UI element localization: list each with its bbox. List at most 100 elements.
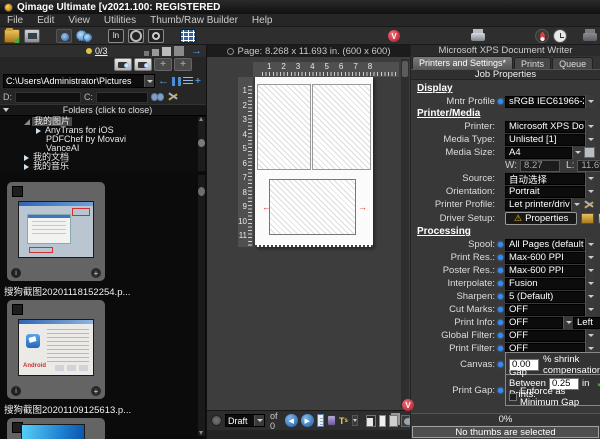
menu-item-view[interactable]: View — [61, 15, 97, 26]
tree-item-my-music[interactable]: 我的音乐 — [0, 162, 206, 171]
add-favorite-button[interactable]: + — [174, 58, 192, 71]
dropdown-button[interactable] — [571, 198, 581, 211]
collapsed-arrow-icon[interactable] — [36, 128, 41, 134]
print-icon[interactable] — [470, 29, 486, 42]
tree-item-vanceai[interactable]: VanceAI — [0, 144, 206, 153]
copy-page-icon[interactable] — [389, 415, 397, 427]
back-arrow-icon[interactable]: ← — [157, 75, 170, 87]
thumb-size-medium-icon[interactable] — [152, 49, 159, 56]
sync-gears-icon[interactable] — [76, 29, 92, 43]
dropdown-button[interactable] — [585, 133, 595, 146]
pause-scan-icon[interactable] — [172, 77, 181, 86]
prev-page-button[interactable]: ◀ — [285, 414, 298, 427]
menu-item-utilities[interactable]: Utilities — [97, 15, 143, 26]
folder-list-icon[interactable] — [183, 77, 193, 86]
thumbnail-card[interactable] — [7, 418, 105, 439]
quality-input[interactable] — [226, 415, 254, 426]
dropdown-button[interactable] — [585, 251, 595, 264]
poster-res-value[interactable]: Max-600 PPI — [505, 265, 585, 277]
preview-scrollbar[interactable] — [401, 59, 409, 408]
tree-scrollbar[interactable] — [198, 117, 205, 171]
insert-page-icon[interactable] — [366, 415, 376, 427]
thumb-add-icon[interactable]: + — [91, 386, 101, 396]
text-style-icon[interactable]: Ts — [339, 416, 348, 426]
save-icon[interactable] — [24, 29, 40, 43]
thumbnail-card[interactable]: Android i + — [7, 300, 105, 399]
path-dropdown-button[interactable] — [144, 75, 154, 87]
dropdown-button[interactable] — [572, 146, 582, 159]
selected-count[interactable]: 0/3 — [86, 46, 108, 56]
collapse-footer-button[interactable] — [211, 415, 222, 426]
thumb-size-xlarge-icon[interactable] — [174, 46, 184, 56]
thumb-info-icon[interactable]: i — [11, 386, 21, 396]
thumb-info-icon[interactable]: i — [11, 268, 21, 278]
source-value[interactable]: 自动选择 — [505, 173, 585, 185]
dropdown-button[interactable] — [563, 316, 573, 329]
printer-value[interactable]: Microsoft XPS Document Writer — [505, 121, 585, 133]
mntr-profile-value[interactable]: sRGB IEC61966-2.1 — [505, 96, 585, 108]
paper-icon[interactable] — [584, 147, 595, 158]
thumbnail-image[interactable] — [18, 201, 94, 258]
printer-profile-value[interactable]: Let printer/driver manage color — [505, 199, 571, 211]
properties-button[interactable]: Properties — [505, 212, 577, 225]
text-style-dropdown-button[interactable] — [352, 415, 358, 426]
thumbs-scrollbar[interactable] — [198, 175, 205, 436]
length-input[interactable] — [577, 160, 600, 172]
tab-prints[interactable]: Prints — [514, 57, 551, 69]
dropdown-button[interactable] — [585, 277, 595, 290]
dropdown-button[interactable] — [585, 303, 595, 316]
page-radio-icon[interactable] — [227, 48, 234, 55]
thumbnail-card[interactable]: i + — [7, 182, 105, 281]
camera-search-button[interactable] — [114, 58, 132, 71]
thumb-add-icon[interactable]: + — [91, 268, 101, 278]
lasso-icon[interactable] — [128, 29, 144, 43]
print-info-position[interactable]: Left — [573, 317, 600, 329]
enforce-min-gap-checkbox[interactable] — [509, 393, 517, 401]
add-folder-button[interactable]: + — [154, 58, 172, 71]
dropdown-button[interactable] — [585, 329, 595, 342]
dropdown-button[interactable] — [585, 238, 595, 251]
folders-header[interactable]: Folders (click to close) — [0, 104, 206, 116]
profile-tools-icon[interactable] — [583, 200, 595, 210]
width-input[interactable] — [520, 160, 560, 172]
next-page-button[interactable]: ▶ — [301, 414, 314, 427]
collapsed-arrow-icon[interactable] — [24, 164, 29, 170]
menu-item-file[interactable]: File — [0, 15, 30, 26]
print-res-value[interactable]: Max-600 PPI — [505, 252, 585, 264]
folder-path-input[interactable] — [4, 75, 144, 87]
acquire-camera-icon[interactable] — [56, 29, 72, 43]
add-tree-icon[interactable]: + — [195, 76, 201, 87]
filter-d-input[interactable] — [15, 92, 81, 103]
camera-acquire-button[interactable] — [134, 58, 152, 71]
timer-clock-icon[interactable] — [553, 29, 567, 43]
print-cell[interactable] — [257, 84, 311, 170]
expanded-arrow-icon[interactable] — [24, 119, 30, 125]
search-binoculars-icon[interactable] — [151, 93, 164, 101]
spool-value[interactable]: All Pages (default) — [505, 239, 585, 251]
thumb-size-large-icon[interactable] — [162, 47, 171, 56]
dropdown-button[interactable] — [585, 185, 595, 198]
print-pages-icon[interactable] — [327, 415, 336, 426]
page-preview[interactable]: ← → — [255, 77, 373, 247]
thumb-checkbox[interactable] — [12, 186, 23, 197]
cut-marks-value[interactable]: OFF — [505, 304, 585, 316]
tree-item-pdfchef[interactable]: PDFChef by Movavi — [0, 135, 206, 144]
filter-c-input[interactable] — [96, 92, 148, 103]
dropdown-button[interactable] — [585, 95, 595, 108]
media-size-value[interactable]: A4 — [505, 147, 572, 159]
menu-item-edit[interactable]: Edit — [30, 15, 61, 26]
dropdown-button[interactable] — [585, 120, 595, 133]
thumbs-grid-icon[interactable] — [180, 29, 196, 43]
printer-queue-icon[interactable] — [582, 29, 598, 42]
hot-folder-flame-icon[interactable] — [535, 29, 549, 43]
quality-dropdown-button[interactable] — [254, 415, 264, 426]
media-type-value[interactable]: Unlisted [1] — [505, 134, 585, 146]
dropdown-button[interactable] — [585, 172, 595, 185]
tab-queue[interactable]: Queue — [552, 57, 593, 69]
folder-path-combo[interactable] — [3, 74, 155, 88]
sharpen-value[interactable]: 5 (Default) — [505, 291, 585, 303]
page-list-icon[interactable] — [317, 414, 324, 427]
interpolate-value[interactable]: Fusion — [505, 278, 585, 290]
thumbnail-image[interactable]: Android — [18, 319, 94, 376]
v-badge-icon[interactable] — [388, 30, 400, 42]
